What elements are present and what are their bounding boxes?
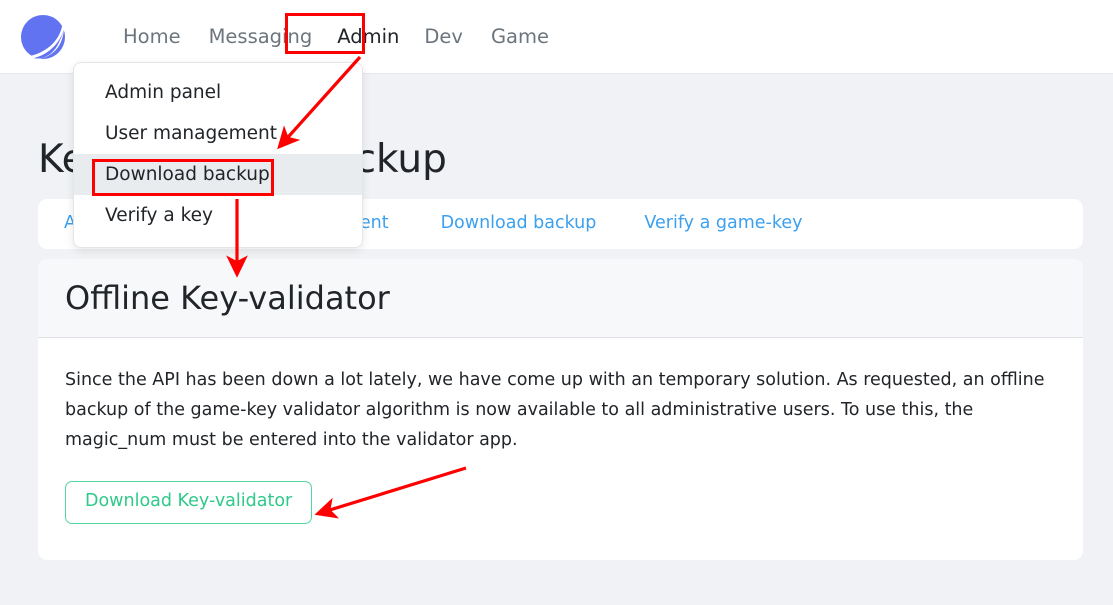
nav-links: Home Messaging Admin Dev Game	[109, 20, 563, 53]
app-logo-svg	[21, 14, 65, 59]
menu-item-user-management[interactable]: User management	[74, 113, 362, 154]
nav-link-admin[interactable]: Admin	[326, 20, 410, 53]
download-key-validator-button[interactable]: Download Key-validator	[65, 481, 313, 524]
nav-link-game[interactable]: Game	[477, 20, 563, 53]
menu-item-download-backup[interactable]: Download backup	[74, 154, 362, 195]
admin-dropdown-menu: Admin panel User management Download bac…	[73, 62, 363, 248]
app-logo-icon[interactable]	[18, 12, 68, 62]
tab-verify-game-key[interactable]: Verify a game-key	[644, 215, 802, 233]
menu-item-admin-panel[interactable]: Admin panel	[74, 72, 362, 113]
nav-link-messaging[interactable]: Messaging	[195, 20, 327, 53]
nav-link-dev[interactable]: Dev	[410, 20, 477, 53]
menu-item-verify-a-key[interactable]: Verify a key	[74, 195, 362, 236]
card-body: Since the API has been down a lot lately…	[38, 338, 1083, 524]
content-card: Offline Key-validator Since the API has …	[38, 259, 1083, 560]
card-body-text: Since the API has been down a lot lately…	[65, 370, 1045, 450]
card-header-title: Offline Key-validator	[65, 279, 390, 317]
card-header: Offline Key-validator	[38, 259, 1083, 338]
tab-download-backup[interactable]: Download backup	[441, 215, 597, 233]
nav-link-home[interactable]: Home	[109, 20, 195, 53]
